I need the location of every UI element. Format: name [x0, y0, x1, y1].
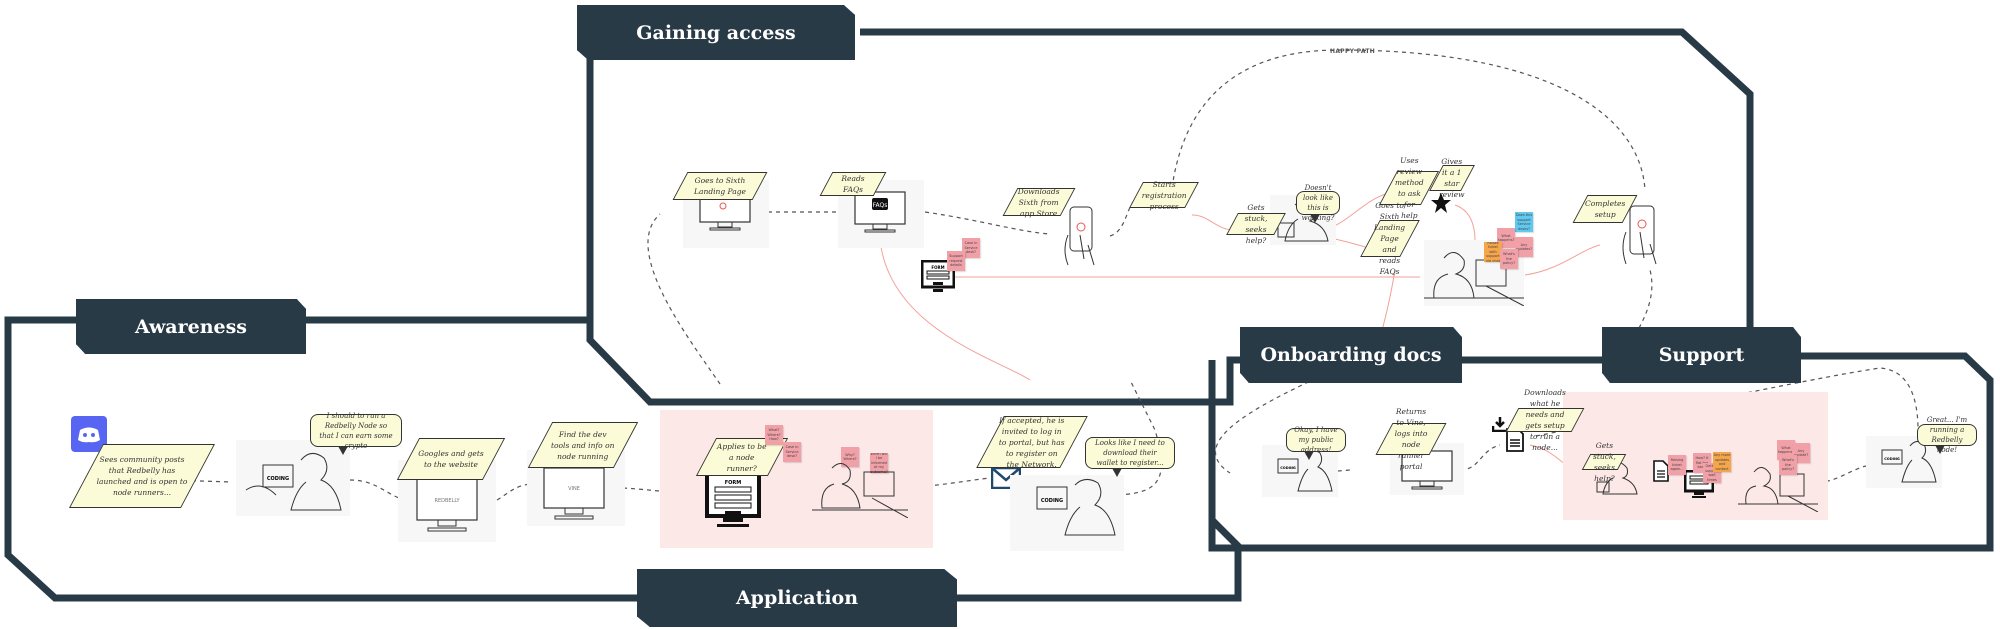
bubble-not-working: Doesn't look like this is working? [1296, 184, 1340, 223]
stage-application[interactable]: Application [637, 569, 957, 627]
sticky-note: What? Where? How? [765, 425, 783, 445]
svg-text:VINE: VINE [568, 486, 580, 492]
sticky-note: What's the policy? [1500, 249, 1518, 269]
svg-text:FORM: FORM [931, 265, 944, 270]
sticky-note: What's the policy? [1779, 455, 1797, 475]
note-find-dev-tools: Find the dev tools and info on node runn… [527, 422, 639, 468]
support-agent-illustration [1738, 458, 1819, 513]
stage-onboarding-docs[interactable]: Onboarding docs [1240, 327, 1462, 383]
bubble-public-address: Okay, I have my public address! [1286, 426, 1346, 460]
note-landing-page-faqs: Goes to Sixth Landing Page and reads FAQ… [1360, 201, 1420, 276]
document-icon [1653, 460, 1669, 482]
note-gets-stuck: Gets stuck, seeks help? [1226, 203, 1286, 245]
note-one-star-review: Gives it a 1 star review [1429, 157, 1475, 199]
stage-awareness[interactable]: Awareness [76, 299, 306, 354]
note-starts-registration: Starts registration process [1129, 180, 1199, 211]
developer-coding-illustration: CODING [236, 440, 350, 516]
svg-text:REDBELLY: REDBELLY [434, 498, 460, 504]
star-icon [1430, 192, 1452, 214]
bubble-running-node: Great... I'm running a Redbelly node! [1917, 416, 1977, 454]
happy-path-label: HAPPY PATH [1330, 48, 1376, 55]
note-downloads-app: Downloads Sixth from app Store [1002, 187, 1076, 218]
form-monitor-icon: FORM [705, 470, 761, 530]
screen-label: CODING [267, 476, 289, 482]
note-reads-faqs: Reads FAQs [819, 172, 887, 196]
svg-text:CODING: CODING [1041, 498, 1063, 504]
svg-text:FAQs: FAQs [873, 202, 888, 209]
sticky-note: Does this support Service desks? [1515, 212, 1533, 232]
note-completes-setup: Completes setup [1572, 195, 1638, 223]
note-returns-to-vine: Returns to Vine, logs into node runner p… [1375, 407, 1447, 471]
support-agent-illustration [812, 458, 909, 519]
stage-gaining-access[interactable]: Gaining access [577, 5, 855, 60]
sticky-note: Raising ticket again... [1668, 455, 1686, 475]
bubble-download-wallet: Looks like I need to download their wall… [1085, 437, 1175, 477]
note-sees-community-posts: Sees community posts that Redbelly has l… [68, 444, 216, 508]
note-goes-to-landing-page: Goes to Sixth Landing Page [672, 172, 768, 200]
svg-text:CODING: CODING [1884, 457, 1900, 461]
sticky-note: Support request details [947, 251, 965, 271]
sticky-note: Case in Service desk? [783, 442, 801, 462]
developer-coding-illustration: CODING [1010, 475, 1124, 551]
note-gets-stuck-again: Gets stuck, seeks help? [1581, 441, 1627, 483]
svg-text:CODING: CODING [1280, 466, 1296, 470]
bubble-run-node: I should to run a Redbelly Node so that … [310, 412, 402, 455]
note-downloads-setup: Downloads what he needs and gets setup t… [1505, 388, 1585, 452]
stage-support[interactable]: Support [1602, 327, 1801, 383]
svg-text:FORM: FORM [725, 480, 742, 486]
note-invited-to-portal: If accepted, he is invited to log in to … [976, 416, 1088, 469]
sticky-note: Any more updates and contact [1713, 452, 1731, 472]
